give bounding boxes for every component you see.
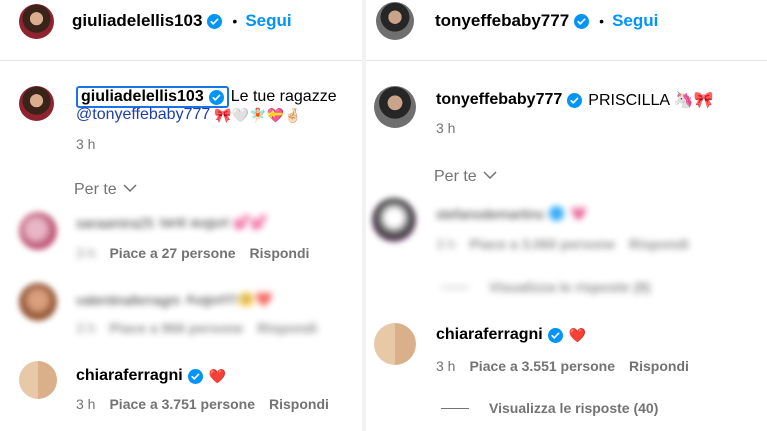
sort-dropdown[interactable]: Per te — [74, 179, 137, 199]
post-time: 3 h — [436, 120, 456, 136]
comment-text: ❤️ — [568, 326, 587, 343]
replies-line — [441, 407, 469, 409]
comment: saraamira25 tanti auguri 💕💕 — [76, 214, 268, 231]
reply-button[interactable]: Rispondi — [269, 396, 329, 412]
sort-label: Per te — [74, 181, 117, 198]
chevron-down-icon — [123, 179, 137, 197]
comment: chiaraferragni ❤️ — [436, 326, 586, 344]
reply-button[interactable]: Rispondi — [257, 320, 317, 336]
reply-button[interactable]: Rispondi — [629, 236, 689, 252]
comment-text: Auguri!!!🤗❤️ — [185, 291, 273, 307]
view-replies-label: Visualizza le risposte (8) — [489, 279, 651, 295]
separator-dot: • — [599, 13, 605, 29]
verified-badge-icon — [574, 13, 590, 29]
comment-username[interactable]: chiaraferragni — [436, 326, 543, 344]
separator-dot: • — [232, 13, 238, 29]
comment-username[interactable]: stefanodemartino — [436, 206, 544, 222]
comment: stefanodemartino 💗 — [436, 205, 588, 222]
avatar[interactable] — [374, 323, 416, 365]
caption-text: Le tue ragazze — [230, 88, 337, 105]
comment-text: ❤️ — [208, 367, 227, 384]
follow-button[interactable]: Segui — [612, 11, 658, 31]
likes-count[interactable]: Piace a 27 persone — [109, 245, 235, 261]
avatar[interactable] — [19, 361, 57, 399]
post-header: giulia​delellis103 • Segui — [72, 11, 292, 31]
avatar[interactable] — [19, 212, 57, 250]
comment-meta: 3 h Piace a 966 persone Rispondi — [76, 320, 331, 336]
verified-badge-icon — [207, 13, 223, 29]
comment-meta: 3 h Piace a 27 persone Rispondi — [76, 245, 323, 261]
likes-count[interactable]: Piace a 3.060 persone — [469, 236, 615, 252]
post-panel-right: tonyeffebaby777 • Segui tonyeffebaby777 … — [366, 0, 767, 431]
verified-badge-icon — [547, 327, 563, 343]
view-replies-label: Visualizza le risposte (40) — [489, 400, 659, 416]
caption-username[interactable]: tonyeffebaby777 — [436, 91, 562, 109]
mention-link[interactable]: @tonyeffebaby777 — [76, 106, 210, 124]
comment-meta: 3 h Piace a 3.060 persone Rispondi — [436, 236, 703, 252]
verified-badge-icon — [208, 89, 224, 105]
post-time: 3 h — [76, 136, 96, 152]
caption-second-line: @tonyeffebaby777 🎀🤍🧚🏻💝🤞🏻 — [76, 106, 301, 124]
follow-button[interactable]: Segui — [245, 11, 291, 31]
replies-line — [441, 286, 469, 288]
view-replies-button[interactable]: Visualizza le risposte (40) — [441, 400, 658, 416]
avatar[interactable] — [19, 86, 54, 121]
username-focus-box[interactable]: giuliadelellis103 — [76, 86, 229, 108]
avatar[interactable] — [19, 283, 57, 321]
reply-button[interactable]: Rispondi — [250, 245, 310, 261]
avatar[interactable] — [19, 4, 54, 39]
caption-emojis: 🎀🤍🧚🏻💝🤞🏻 — [214, 106, 302, 123]
avatar[interactable] — [372, 198, 416, 242]
comment-time: 3 h — [436, 236, 456, 252]
avatar[interactable] — [374, 86, 416, 128]
comment-time: 3 h — [76, 245, 96, 261]
comment-text: 💗 — [570, 205, 588, 221]
likes-count[interactable]: Piace a 3.751 persone — [109, 396, 255, 412]
comment-meta: 3 h Piace a 3.551 persone Rispondi — [436, 358, 703, 374]
likes-count[interactable]: Piace a 3.551 persone — [469, 358, 615, 374]
caption-username[interactable]: giuliadelellis103 — [81, 88, 204, 106]
comment-username[interactable]: valentinaferragni — [76, 292, 180, 308]
header-username[interactable]: giulia​delellis103 — [72, 11, 202, 31]
divider — [366, 60, 767, 61]
post-panel-left: giulia​delellis103 • Segui giuliadelelli… — [0, 0, 362, 431]
divider — [0, 60, 362, 61]
comment: valentinaferragni Auguri!!!🤗❤️ — [76, 291, 273, 308]
post-caption: tonyeffebaby777 PRISCILLA 🦄🎀 — [436, 90, 713, 110]
sort-dropdown[interactable]: Per te — [434, 166, 497, 186]
comment-text: tanti auguri 💕💕 — [159, 214, 268, 230]
avatar[interactable] — [376, 2, 414, 40]
comment-time: 3 h — [436, 358, 456, 374]
view-replies-button[interactable]: Visualizza le risposte (8) — [441, 279, 651, 295]
comment-meta: 3 h Piace a 3.751 persone Rispondi — [76, 396, 343, 412]
comment-time: 3 h — [76, 396, 96, 412]
comment-username[interactable]: saraamira25 — [76, 215, 154, 231]
sort-label: Per te — [434, 168, 477, 185]
reply-button[interactable]: Rispondi — [629, 358, 689, 374]
header-username[interactable]: tonyeffebaby777 — [435, 11, 569, 31]
caption-text: PRISCILLA 🦄🎀 — [588, 92, 714, 109]
verified-badge-icon — [567, 92, 583, 108]
verified-badge-icon — [187, 368, 203, 384]
likes-count[interactable]: Piace a 966 persone — [109, 320, 243, 336]
post-header: tonyeffebaby777 • Segui — [435, 11, 658, 31]
chevron-down-icon — [483, 166, 497, 184]
comment: chiaraferragni ❤️ — [76, 367, 226, 385]
verified-badge-icon — [549, 206, 565, 221]
comment-time: 3 h — [76, 320, 96, 336]
post-caption: giuliadelellis103 Le tue ragazze — [76, 86, 337, 108]
comment-username[interactable]: chiaraferragni — [76, 367, 183, 385]
